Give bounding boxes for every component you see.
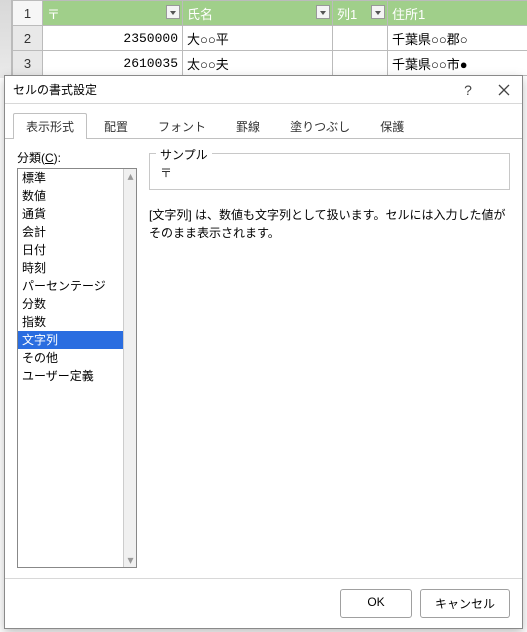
- category-item[interactable]: その他: [18, 349, 123, 367]
- col-header-label: 住所1: [392, 7, 425, 22]
- close-icon: [498, 84, 510, 96]
- scroll-up-icon[interactable]: ▴: [124, 169, 137, 183]
- detail-pane: サンプル 〒 [文字列] は、数値も文字列として扱います。セルには入力した値がそ…: [149, 149, 510, 568]
- col-header-name[interactable]: 氏名: [183, 1, 333, 26]
- category-item[interactable]: 標準: [18, 169, 123, 187]
- col-header-label: 氏名: [187, 7, 213, 22]
- col-header-label: 〒: [47, 7, 60, 22]
- cell-addr[interactable]: 千葉県○○市●: [388, 51, 527, 76]
- category-item[interactable]: パーセンテージ: [18, 277, 123, 295]
- col-header-zip[interactable]: 〒: [43, 1, 183, 26]
- dialog-title: セルの書式設定: [13, 81, 450, 98]
- ok-button[interactable]: OK: [340, 589, 412, 618]
- category-item[interactable]: 会計: [18, 223, 123, 241]
- tab-alignment[interactable]: 配置: [91, 113, 141, 139]
- col-header-addr[interactable]: 住所1: [388, 1, 527, 26]
- row-number[interactable]: 1: [13, 1, 43, 26]
- dialog-body: 分類(C): 標準数値通貨会計日付時刻パーセンテージ分数指数文字列その他ユーザー…: [5, 139, 522, 578]
- filter-icon[interactable]: [316, 5, 330, 19]
- sample-value: 〒: [158, 160, 501, 181]
- filter-icon[interactable]: [166, 5, 180, 19]
- cancel-button[interactable]: キャンセル: [420, 589, 510, 618]
- cell-zip[interactable]: 2610035: [43, 51, 183, 76]
- category-item[interactable]: 通貨: [18, 205, 123, 223]
- tab-number-format[interactable]: 表示形式: [13, 113, 87, 139]
- col-header-label: 列1: [337, 7, 357, 22]
- category-listbox[interactable]: 標準数値通貨会計日付時刻パーセンテージ分数指数文字列その他ユーザー定義 ▴ ▾: [17, 168, 137, 568]
- scroll-down-icon[interactable]: ▾: [124, 553, 137, 567]
- cell-addr[interactable]: 千葉県○○郡○: [388, 26, 527, 51]
- category-item[interactable]: ユーザー定義: [18, 367, 123, 385]
- row-number[interactable]: 2: [13, 26, 43, 51]
- cell-name[interactable]: 大○○平: [183, 26, 333, 51]
- category-label: 分類(C):: [17, 149, 137, 166]
- close-button[interactable]: [486, 76, 522, 104]
- format-description: [文字列] は、数値も文字列として扱います。セルには入力した値がそのまま表示され…: [149, 206, 510, 242]
- category-item[interactable]: 日付: [18, 241, 123, 259]
- spreadsheet-background: 1 〒 氏名 列1 住所1 2 2350000 大○○平 千葉県○○郡○: [0, 0, 527, 78]
- tab-fill[interactable]: 塗りつぶし: [277, 113, 363, 139]
- tab-font[interactable]: フォント: [145, 113, 219, 139]
- format-cells-dialog: セルの書式設定 ? 表示形式 配置 フォント 罫線 塗りつぶし 保護 分類(C)…: [4, 75, 523, 629]
- listbox-scrollbar[interactable]: ▴ ▾: [123, 169, 136, 567]
- sample-legend: サンプル: [156, 146, 212, 163]
- tab-protection[interactable]: 保護: [367, 113, 417, 139]
- filter-icon[interactable]: [371, 5, 385, 19]
- category-item[interactable]: 数値: [18, 187, 123, 205]
- sheet-left-stub: [0, 0, 12, 78]
- category-item[interactable]: 文字列: [18, 331, 123, 349]
- cell-zip[interactable]: 2350000: [43, 26, 183, 51]
- cell-c[interactable]: [333, 51, 388, 76]
- cell-c[interactable]: [333, 26, 388, 51]
- category-item[interactable]: 指数: [18, 313, 123, 331]
- dialog-tabs: 表示形式 配置 フォント 罫線 塗りつぶし 保護: [5, 104, 522, 139]
- cell-name[interactable]: 太○○夫: [183, 51, 333, 76]
- sample-box: サンプル 〒: [149, 153, 510, 190]
- row-number[interactable]: 3: [13, 51, 43, 76]
- dialog-titlebar: セルの書式設定 ?: [5, 76, 522, 104]
- category-item[interactable]: 分数: [18, 295, 123, 313]
- tab-border[interactable]: 罫線: [223, 113, 273, 139]
- category-pane: 分類(C): 標準数値通貨会計日付時刻パーセンテージ分数指数文字列その他ユーザー…: [17, 149, 137, 568]
- dialog-footer: OK キャンセル: [5, 578, 522, 628]
- col-header-c1[interactable]: 列1: [333, 1, 388, 26]
- category-item[interactable]: 時刻: [18, 259, 123, 277]
- help-button[interactable]: ?: [450, 76, 486, 104]
